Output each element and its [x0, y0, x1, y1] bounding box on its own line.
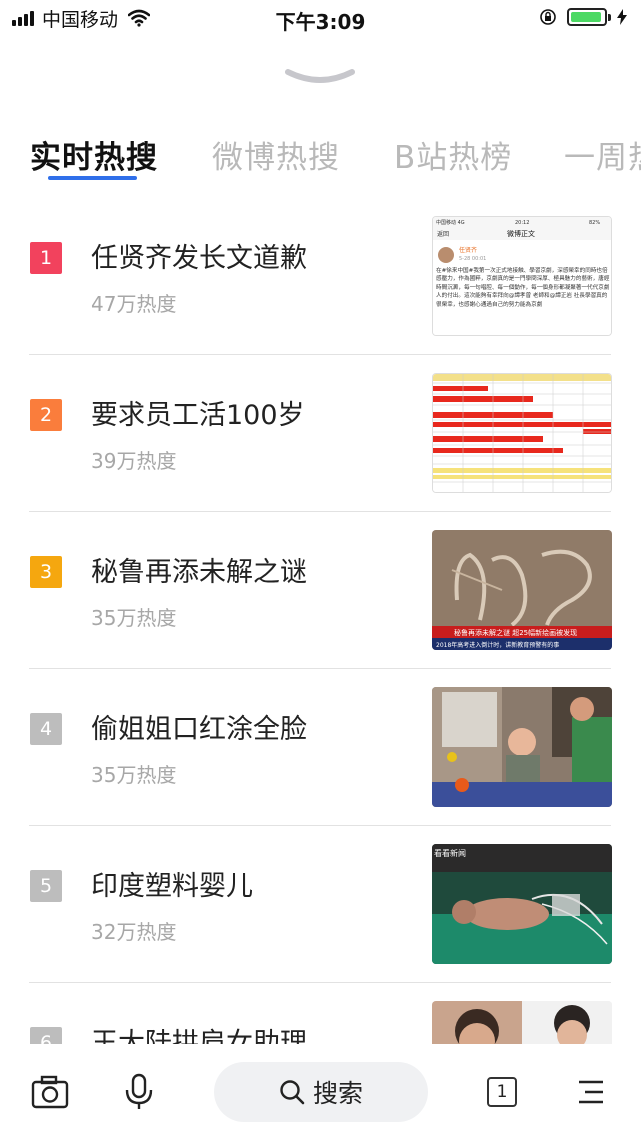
voice-button[interactable]: [119, 1072, 159, 1112]
menu-icon: [579, 1080, 603, 1104]
menu-button[interactable]: [571, 1072, 611, 1112]
item-title: 王大陆拱肩女助理: [91, 1028, 307, 1044]
list-item[interactable]: 1 任贤齐发长文道歉 47万热度 中国移动 4G 20:12 82% 返回 微博…: [0, 198, 641, 355]
battery-cap: [608, 13, 611, 21]
tab-bilibili-hot[interactable]: B站热榜: [394, 132, 512, 177]
rank-badge: 6: [30, 1027, 62, 1044]
thumb-tag: 看看新闻: [434, 848, 466, 858]
tab-realtime-hot[interactable]: 实时热搜: [30, 132, 158, 177]
list-item[interactable]: 2 要求员工活100岁 39万热度: [0, 355, 641, 512]
item-title: 偷姐姐口红涂全脸: [91, 714, 307, 745]
tab-weekly-hot[interactable]: 一周热: [564, 132, 641, 177]
list-item[interactable]: 5 印度塑料婴儿 32万热度 看看新闻: [0, 826, 641, 983]
thumb-ticker: 2018年高考进入倒计时，讲新教育预警有的事: [436, 641, 559, 649]
status-bar: 中国移动 下午3:09: [0, 0, 641, 36]
microphone-icon: [125, 1073, 153, 1109]
charging-bolt-icon: [617, 9, 627, 25]
celebrity-photo: [432, 1001, 612, 1044]
list-item[interactable]: 6 王大陆拱肩女助理: [0, 983, 641, 1044]
item-thumbnail: 秘鲁再添未解之谜 超25幅新绘画被发现 2018年高考进入倒计时，讲新教育预警有…: [432, 530, 612, 650]
camera-button[interactable]: [30, 1072, 70, 1112]
thumb-carrier: 中国移动 4G: [436, 219, 465, 226]
item-thumbnail: [432, 1001, 612, 1044]
status-indicators: [539, 8, 627, 26]
camera-icon: [31, 1075, 69, 1109]
battery-icon: [567, 8, 607, 26]
item-title: 印度塑料婴儿: [91, 871, 253, 902]
item-heat: 39万热度: [91, 449, 177, 473]
rank-badge: 2: [30, 399, 62, 431]
hot-search-list: 1 任贤齐发长文道歉 47万热度 中国移动 4G 20:12 82% 返回 微博…: [0, 198, 641, 1044]
item-title: 任贤齐发长文道歉: [91, 243, 307, 274]
category-tabs: 实时热搜 微博热搜 B站热榜 一周热: [0, 128, 641, 188]
search-button[interactable]: 搜索: [214, 1062, 428, 1122]
nazca-lines-photo: 秘鲁再添未解之谜 超25幅新绘画被发现 2018年高考进入倒计时，讲新教育预警有…: [432, 530, 612, 650]
item-heat: 47万热度: [91, 292, 177, 316]
rank-badge: 1: [30, 242, 62, 274]
list-item[interactable]: 4 偷姐姐口红涂全脸 35万热度: [0, 669, 641, 826]
thumb-date: 5-28 00:01: [459, 256, 486, 262]
search-icon: [280, 1080, 305, 1105]
item-thumbnail: [432, 373, 612, 493]
rank-badge: 4: [30, 713, 62, 745]
newborn-photo: 看看新闻: [432, 844, 612, 964]
tab-count-icon: 1: [487, 1077, 517, 1107]
rank-badge: 5: [30, 870, 62, 902]
thumb-caption: 秘鲁再添未解之谜 超25幅新绘画被发现: [454, 628, 577, 637]
item-heat: 35万热度: [91, 606, 177, 630]
battery-fill: [571, 12, 602, 22]
item-title: 秘鲁再添未解之谜: [91, 557, 307, 588]
tabs-button[interactable]: 1: [482, 1072, 522, 1112]
thumb-battery: 82%: [589, 220, 600, 226]
thumb-user: 任贤齐: [459, 246, 477, 254]
active-tab-indicator: [48, 176, 137, 180]
spreadsheet-screenshot: [433, 374, 611, 492]
item-thumbnail: [432, 687, 612, 807]
weibo-post-screenshot: 中国移动 4G 20:12 82% 返回 微博正文 任贤齐 5-28 00:01…: [433, 217, 611, 335]
list-item[interactable]: 3 秘鲁再添未解之谜 35万热度 秘鲁再添未解之谜 超25幅新绘画被发现 201…: [0, 512, 641, 669]
search-label: 搜索: [312, 1079, 363, 1108]
item-heat: 32万热度: [91, 920, 177, 944]
item-title: 要求员工活100岁: [91, 400, 305, 431]
thumb-time: 20:12: [515, 220, 529, 226]
item-thumbnail: 看看新闻: [432, 844, 612, 964]
thumb-body: 在#徐来中国#我第一次正式地接触、學習京劇，深感榮幸的同時也倍感壓力，作為國粹，…: [436, 268, 610, 308]
thumb-back: 返回: [437, 231, 449, 238]
child-photo: [432, 687, 612, 807]
rank-badge: 3: [30, 556, 62, 588]
collapse-chevron-icon[interactable]: [284, 66, 356, 88]
tab-weibo-hot[interactable]: 微博热搜: [212, 132, 340, 177]
item-thumbnail: 中国移动 4G 20:12 82% 返回 微博正文 任贤齐 5-28 00:01…: [432, 216, 612, 336]
bottom-toolbar: 搜索 1: [0, 1046, 641, 1140]
item-heat: 35万热度: [91, 763, 177, 787]
rotation-lock-icon: [540, 9, 556, 25]
thumb-header: 微博正文: [507, 229, 535, 238]
